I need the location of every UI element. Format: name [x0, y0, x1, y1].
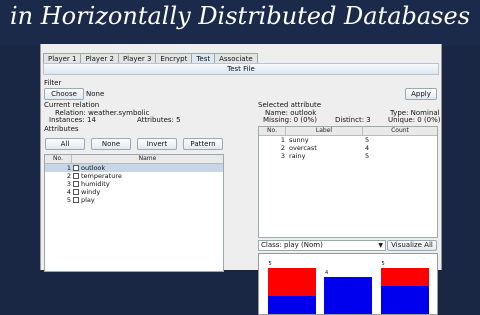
app-window: Player 1 Player 2 Player 3 Encrypt Test Assoc… [40, 44, 442, 315]
row-name: play [81, 196, 95, 204]
table-row: 2 overcast 4 [259, 144, 437, 152]
bar-total-label: 5 [268, 261, 272, 267]
class-select[interactable]: Class: play (Nom) ▼ [258, 240, 386, 251]
pattern-button[interactable]: Pattern [183, 138, 223, 150]
col-label-header: Label [286, 127, 363, 136]
table-row[interactable]: 2 temperature [45, 172, 223, 180]
bar-segment [380, 268, 429, 287]
row-no: 2 [280, 144, 285, 152]
invert-button[interactable]: Invert [137, 138, 177, 150]
table-row[interactable]: 5 play [45, 196, 223, 204]
selected-attribute-heading: Selected attribute [258, 101, 322, 109]
unique-text: Unique: 0 (0%) [388, 116, 441, 124]
video-banner: in Horizontally Distributed Databases [0, 0, 480, 46]
table-row: 1 sunny 5 [259, 136, 437, 144]
class-select-value: Class: play (Nom) [261, 241, 323, 249]
row-no: 5 [66, 196, 71, 204]
bar-segment [380, 286, 429, 314]
row-name: humidity [81, 180, 110, 188]
test-file-button[interactable]: Test File [43, 63, 439, 75]
row-no: 3 [66, 180, 71, 188]
row-no: 3 [280, 152, 285, 160]
instances-text: Instances: 14 [49, 116, 96, 124]
bar-segment [267, 295, 316, 314]
row-name: windy [81, 188, 101, 196]
bar-total-label: 4 [325, 270, 329, 277]
attributes-table: No. Name 1 outlook 2 temperature 3 humid… [44, 154, 224, 272]
filter-value: None [86, 90, 105, 98]
table-row[interactable]: 3 humidity [45, 180, 223, 188]
banner-title: in Horizontally Distributed Databases [9, 2, 471, 30]
all-button[interactable]: All [45, 138, 85, 150]
bar-total-label: 5 [381, 261, 385, 267]
row-count: 5 [365, 136, 370, 144]
bar-segment [267, 268, 316, 296]
row-checkbox[interactable] [73, 173, 79, 179]
row-no: 2 [66, 172, 71, 180]
labels-table: No. Label Count 1 sunny 5 2 overcast 4 3… [258, 126, 438, 238]
row-checkbox[interactable] [73, 189, 79, 195]
none-button[interactable]: None [91, 138, 131, 150]
row-checkbox[interactable] [73, 165, 79, 171]
table-row: 3 rainy 5 [259, 152, 437, 160]
class-distribution-chart: 5 4 5 [258, 253, 438, 315]
row-no: 1 [66, 164, 71, 172]
filter-heading: Filter [44, 79, 62, 87]
row-count: 5 [365, 152, 370, 160]
row-label: sunny [289, 136, 309, 144]
attributes-count-text: Attributes: 5 [137, 116, 181, 124]
tab-bar: Player 1 Player 2 Player 3 Encrypt Test Assoc… [43, 46, 258, 64]
row-name: temperature [81, 172, 122, 180]
choose-button[interactable]: Choose [44, 88, 84, 100]
visualize-all-button[interactable]: Visualize All [387, 240, 437, 251]
col-no-header: No. [45, 155, 72, 164]
distinct-text: Distinct: 3 [335, 116, 371, 124]
missing-text: Missing: 0 (0%) [263, 116, 317, 124]
table-row[interactable]: 1 outlook [45, 164, 223, 172]
row-checkbox[interactable] [73, 197, 79, 203]
row-label: rainy [289, 152, 306, 160]
col-no-header: No. [259, 127, 286, 136]
row-count: 4 [365, 144, 370, 152]
col-count-header: Count [363, 127, 437, 136]
chevron-down-icon: ▼ [378, 242, 383, 249]
row-name: outlook [81, 164, 106, 172]
bar-segment [324, 277, 372, 314]
current-relation-heading: Current relation [44, 101, 100, 109]
table-row[interactable]: 4 windy [45, 188, 223, 196]
row-no: 1 [280, 136, 285, 144]
apply-button[interactable]: Apply [405, 88, 437, 100]
row-label: overcast [289, 144, 317, 152]
col-name-header: Name [72, 155, 223, 164]
attributes-heading: Attributes [44, 125, 79, 133]
row-no: 4 [66, 188, 71, 196]
row-checkbox[interactable] [73, 181, 79, 187]
